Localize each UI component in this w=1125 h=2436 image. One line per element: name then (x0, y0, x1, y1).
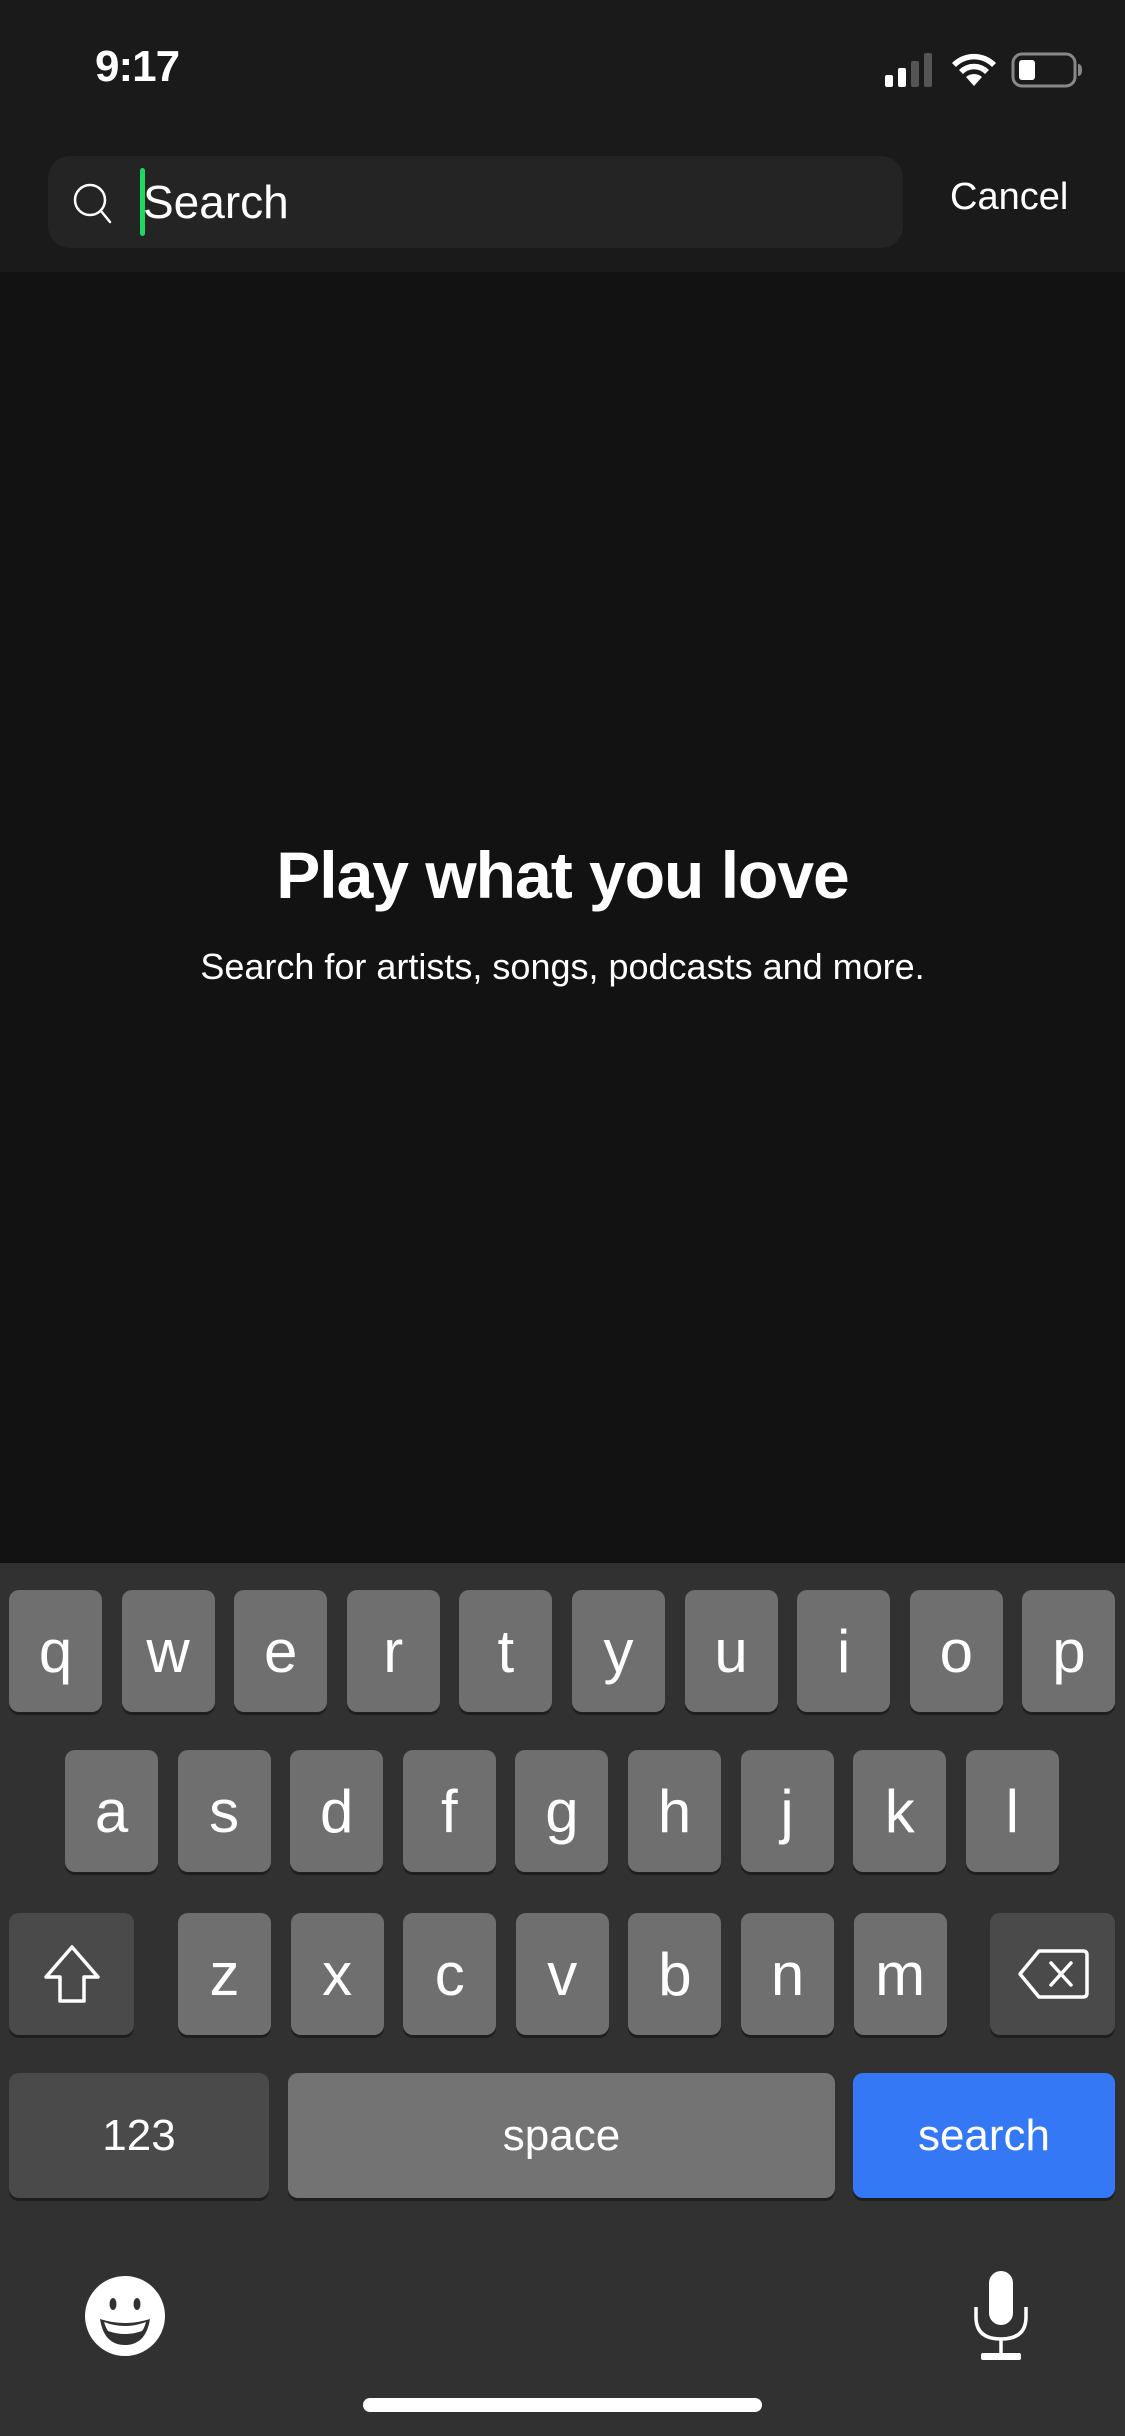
key-label: f (440, 1777, 458, 1845)
key-label: s (209, 1777, 240, 1845)
status-icons (885, 50, 1083, 90)
key-j[interactable]: j (740, 1750, 834, 1872)
delete-icon (1017, 1949, 1089, 1999)
key-z[interactable]: z (178, 1913, 271, 2035)
key-label: y (603, 1617, 634, 1685)
key-label: d (320, 1777, 354, 1845)
key-label: w (146, 1617, 190, 1685)
key-s[interactable]: s (177, 1750, 271, 1872)
key-i[interactable]: i (797, 1590, 891, 1712)
key-w[interactable]: w (121, 1590, 215, 1712)
key-k[interactable]: k (853, 1750, 947, 1872)
key-g[interactable]: g (515, 1750, 609, 1872)
key-label: t (497, 1617, 515, 1685)
key-label: l (1005, 1777, 1019, 1845)
empty-state-subtitle: Search for artists, songs, podcasts and … (200, 946, 925, 987)
key-n[interactable]: n (741, 1913, 834, 2035)
status-time: 9:17 (95, 42, 180, 91)
key-x[interactable]: x (290, 1913, 384, 2035)
key-u[interactable]: u (684, 1590, 778, 1712)
search-field[interactable] (48, 156, 903, 248)
key-label: x (322, 1940, 353, 2008)
key-h[interactable]: h (628, 1750, 721, 1872)
key-label: n (770, 1940, 805, 2008)
key-f[interactable]: f (402, 1750, 496, 1872)
empty-state: Play what you love Search for artists, s… (0, 835, 1125, 989)
search-key[interactable]: search (853, 2073, 1115, 2198)
emoji-icon[interactable] (84, 2275, 166, 2357)
key-label: r (383, 1617, 404, 1685)
key-b[interactable]: b (628, 1913, 722, 2035)
key-l[interactable]: l (965, 1750, 1059, 1872)
home-indicator[interactable] (363, 2398, 762, 2412)
cancel-button[interactable]: Cancel (950, 176, 1068, 219)
key-e[interactable]: e (234, 1590, 328, 1712)
space-key[interactable]: space (288, 2073, 835, 2198)
key-m[interactable]: m (853, 1913, 947, 2035)
cellular-signal-icon (885, 53, 932, 87)
key-label: j (780, 1777, 794, 1845)
key-label: k (884, 1777, 915, 1845)
numbers-key-label: 123 (102, 2110, 176, 2160)
numbers-key[interactable]: 123 (9, 2073, 269, 2198)
shift-key[interactable] (9, 1913, 134, 2035)
key-label: b (658, 1940, 692, 2008)
delete-key[interactable] (990, 1913, 1115, 2035)
search-input[interactable] (143, 156, 883, 248)
key-v[interactable]: v (515, 1913, 609, 2035)
key-c[interactable]: c (403, 1913, 497, 2035)
key-d[interactable]: d (290, 1750, 384, 1872)
key-q[interactable]: q (9, 1590, 102, 1712)
key-label: o (939, 1617, 973, 1685)
key-r[interactable]: r (346, 1590, 440, 1712)
key-label: a (94, 1777, 129, 1845)
key-label: i (837, 1617, 851, 1685)
key-label: g (545, 1777, 579, 1845)
key-label: c (434, 1940, 465, 2008)
key-label: p (1052, 1617, 1086, 1685)
shift-icon (43, 1945, 100, 2003)
key-p[interactable]: p (1022, 1590, 1116, 1712)
key-label: q (38, 1617, 73, 1685)
battery-icon (1011, 52, 1082, 88)
key-label: m (875, 1940, 926, 2008)
top-bar: 9:17 Cancel (0, 0, 1125, 272)
key-label: u (714, 1617, 748, 1685)
keyboard: q w e r t y u i o p a s d f g h j k l z x c v b n m 123 space s… (0, 1563, 1125, 2436)
key-a[interactable]: a (65, 1750, 158, 1872)
key-y[interactable]: y (572, 1590, 665, 1712)
space-key-label: space (502, 2110, 621, 2160)
key-label: h (657, 1777, 692, 1845)
key-t[interactable]: t (459, 1590, 553, 1712)
microphone-icon[interactable] (972, 2269, 1030, 2363)
key-label: e (264, 1617, 298, 1685)
empty-state-title: Play what you love (276, 838, 850, 912)
search-key-label: search (917, 2110, 1051, 2160)
wifi-icon (952, 53, 996, 86)
key-o[interactable]: o (909, 1590, 1003, 1712)
search-icon (73, 183, 112, 224)
key-label: z (209, 1940, 240, 2008)
key-label: v (547, 1940, 578, 2008)
